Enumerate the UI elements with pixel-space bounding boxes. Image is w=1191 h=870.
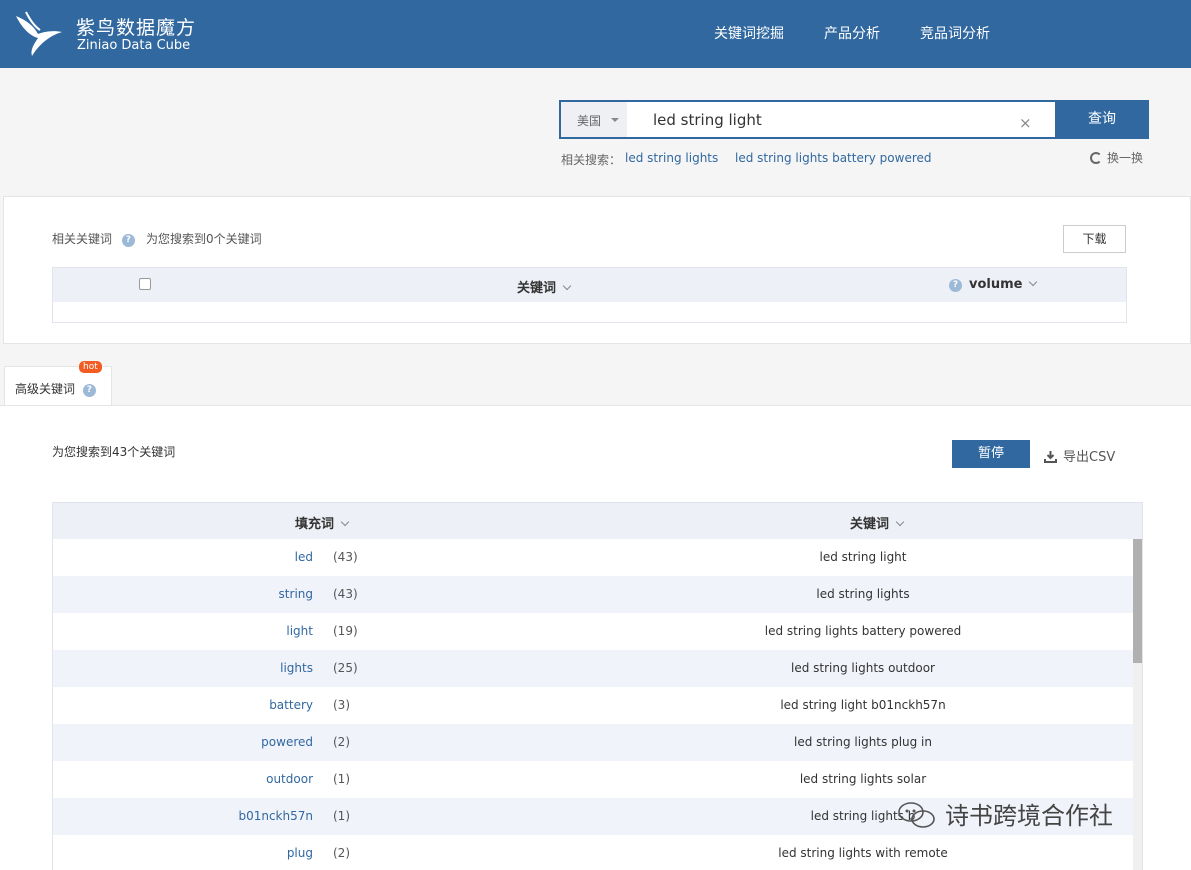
brand-subtitle: Ziniao Data Cube bbox=[77, 38, 191, 53]
result-count: 为您搜索到43个关键词 bbox=[52, 445, 176, 459]
fill-word-link[interactable]: plug bbox=[287, 846, 313, 860]
keyword-cell: led string lights plug in bbox=[794, 735, 932, 749]
table-row: plug (2) led string lights with remote bbox=[53, 835, 1133, 870]
related-keywords-panel: 相关关键词 ? 为您搜索到0个关键词 下载 关键词 ? volume bbox=[3, 196, 1191, 344]
chevron-down-icon bbox=[895, 517, 905, 527]
fill-word-link[interactable]: light bbox=[286, 624, 313, 638]
panel-title-text: 相关关键词 bbox=[52, 232, 113, 246]
chevron-down-icon bbox=[1029, 277, 1038, 287]
keyword-cell: led string lights bbox=[816, 587, 910, 601]
nav-product-analysis[interactable]: 产品分析 bbox=[824, 23, 880, 43]
column-header-label: volume bbox=[969, 277, 1023, 292]
related-search-link[interactable]: led string lights battery powered bbox=[735, 151, 932, 165]
fill-word-count: (43) bbox=[333, 587, 358, 601]
keyword-cell: led string light bbox=[819, 550, 907, 564]
fill-word-link[interactable]: outdoor bbox=[266, 772, 313, 786]
column-header-fill-word[interactable]: 填充词 bbox=[295, 513, 350, 532]
fill-word-count: (43) bbox=[333, 550, 358, 564]
query-button[interactable]: 查询 bbox=[1055, 100, 1149, 139]
fill-word-link[interactable]: battery bbox=[269, 698, 313, 712]
table-row: led (43) led string light bbox=[53, 539, 1133, 576]
scrollbar-thumb[interactable] bbox=[1133, 539, 1142, 663]
caret-down-icon bbox=[611, 118, 619, 122]
fill-word-link[interactable]: lights bbox=[280, 661, 313, 675]
country-value: 美国 bbox=[577, 114, 602, 128]
help-icon[interactable]: ? bbox=[82, 384, 96, 397]
top-navbar: 紫鸟数据魔方 Ziniao Data Cube 关键词挖掘 产品分析 竞品词分析 bbox=[0, 0, 1191, 68]
clear-icon[interactable]: × bbox=[1019, 114, 1032, 132]
column-header-label: 填充词 bbox=[295, 517, 335, 532]
table-row: battery (3) led string light b01nckh57n bbox=[53, 687, 1133, 724]
chevron-down-icon bbox=[340, 517, 350, 527]
related-keywords-table: 关键词 ? volume bbox=[52, 267, 1127, 323]
keyword-cell: led string light b01nckh57n bbox=[780, 698, 946, 712]
table-header: 填充词 关键词 bbox=[53, 503, 1142, 539]
select-all-checkbox[interactable] bbox=[139, 278, 151, 290]
nav-competitor-keywords[interactable]: 竞品词分析 bbox=[920, 23, 990, 43]
fill-word-count: (3) bbox=[333, 698, 350, 712]
help-icon[interactable]: ? bbox=[121, 234, 135, 247]
country-select[interactable]: 美国 bbox=[561, 102, 627, 137]
table-row: lights (25) led string lights outdoor bbox=[53, 650, 1133, 687]
related-search-label: 相关搜索： bbox=[561, 153, 622, 167]
watermark-text: 诗书跨境合作社 bbox=[945, 802, 1113, 830]
refresh-button[interactable]: 换一换 bbox=[1090, 149, 1143, 166]
pause-button[interactable]: 暂停 bbox=[952, 440, 1030, 468]
fill-word-link[interactable]: powered bbox=[261, 735, 313, 749]
hot-badge: hot bbox=[79, 361, 102, 373]
refresh-icon bbox=[1090, 152, 1102, 164]
refresh-label: 换一换 bbox=[1107, 151, 1144, 165]
keyword-cell: led string lights battery powered bbox=[764, 624, 962, 638]
bird-logo-icon[interactable] bbox=[8, 8, 66, 58]
table-header: 关键词 ? volume bbox=[53, 268, 1126, 302]
panel-title: 相关关键词 ? bbox=[52, 230, 135, 247]
keyword-cell: led string lights with remote bbox=[778, 846, 948, 860]
fill-word-count: (2) bbox=[333, 846, 350, 860]
column-header-keyword[interactable]: 关键词 bbox=[517, 277, 572, 296]
brand-name[interactable]: 紫鸟数据魔方 bbox=[76, 13, 196, 40]
table-row: light (19) led string lights battery power… bbox=[53, 613, 1133, 650]
search-input[interactable]: led string light bbox=[653, 111, 762, 129]
column-header-volume[interactable]: ? volume bbox=[949, 277, 1038, 292]
help-icon[interactable]: ? bbox=[949, 279, 962, 292]
fill-word-count: (2) bbox=[333, 735, 350, 749]
fill-word-count: (25) bbox=[333, 661, 358, 675]
chevron-down-icon bbox=[562, 281, 572, 291]
fill-word-link[interactable]: string bbox=[279, 587, 313, 601]
table-row: outdoor (1) led string lights solar bbox=[53, 761, 1133, 798]
tab-label: 高级关键词 bbox=[15, 382, 76, 396]
nav-keyword-mining[interactable]: 关键词挖掘 bbox=[714, 23, 784, 43]
fill-word-count: (1) bbox=[333, 809, 350, 823]
download-button[interactable]: 下载 bbox=[1063, 225, 1126, 253]
table-row: string (43) led string lights bbox=[53, 576, 1133, 613]
result-count: 为您搜索到0个关键词 bbox=[146, 232, 262, 246]
watermark: 诗书跨境合作社 bbox=[897, 796, 1113, 831]
related-search-link[interactable]: led string lights bbox=[625, 151, 718, 165]
column-header-label: 关键词 bbox=[517, 281, 557, 296]
fill-word-link[interactable]: led bbox=[295, 550, 313, 564]
chat-bubbles-icon bbox=[898, 802, 935, 828]
fill-word-count: (1) bbox=[333, 772, 350, 786]
column-header-keyword[interactable]: 关键词 bbox=[850, 513, 905, 532]
fill-word-count: (19) bbox=[333, 624, 358, 638]
export-csv-button[interactable]: 导出CSV bbox=[1044, 446, 1115, 465]
keyword-cell: led string lights solar bbox=[799, 772, 927, 786]
export-label: 导出CSV bbox=[1063, 450, 1116, 465]
search-bar: 美国 led string light × 查询 bbox=[559, 100, 1149, 139]
column-header-label: 关键词 bbox=[850, 517, 890, 532]
keyword-cell: led string lights outdoor bbox=[791, 661, 935, 675]
table-row: powered (2) led string lights plug in bbox=[53, 724, 1133, 761]
fill-word-link[interactable]: b01nckh57n bbox=[238, 809, 313, 823]
download-icon bbox=[1044, 451, 1057, 463]
